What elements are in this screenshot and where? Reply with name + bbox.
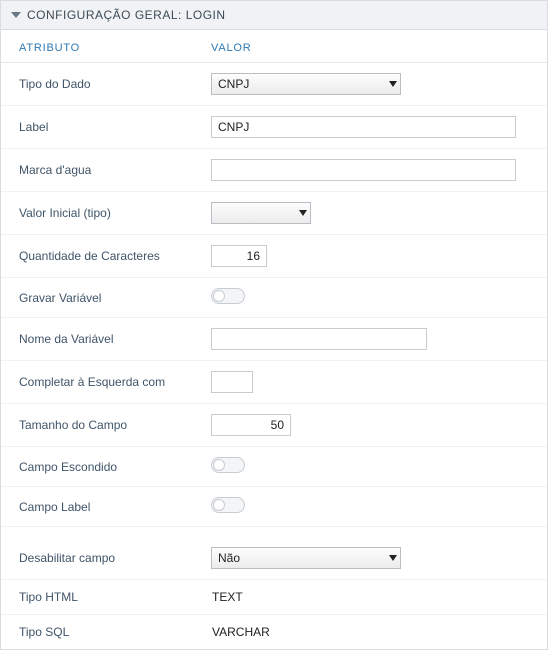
row-desabilitar-campo: Desabilitar campo Não <box>1 537 547 580</box>
toggle-knob-icon <box>213 499 225 511</box>
label-tamanho-campo: Tamanho do Campo <box>1 418 201 432</box>
label-label: Label <box>1 120 201 134</box>
panel-header[interactable]: CONFIGURAÇÃO GERAL: LOGIN <box>1 1 547 30</box>
select-tipo-dado[interactable]: CNPJ <box>211 73 401 95</box>
row-tipo-html: Tipo HTML TEXT <box>1 580 547 615</box>
header-valor: VALOR <box>201 42 547 54</box>
row-valor-inicial: Valor Inicial (tipo) <box>1 192 547 235</box>
label-tipo-html: Tipo HTML <box>1 590 201 604</box>
toggle-campo-escondido[interactable] <box>211 457 245 473</box>
input-completar-esquerda[interactable] <box>211 371 253 393</box>
select-desabilitar-campo[interactable]: Não <box>211 547 401 569</box>
label-qtd-caracteres: Quantidade de Caracteres <box>1 249 201 263</box>
label-marca-dagua: Marca d'agua <box>1 163 201 177</box>
input-qtd-caracteres[interactable] <box>211 245 267 267</box>
row-marca-dagua: Marca d'agua <box>1 149 547 192</box>
row-label: Label <box>1 106 547 149</box>
input-nome-variavel[interactable] <box>211 328 427 350</box>
value-tipo-sql: VARCHAR <box>211 625 270 639</box>
value-tipo-html: TEXT <box>211 590 243 604</box>
header-atributo: ATRIBUTO <box>1 42 201 54</box>
general-config-panel: CONFIGURAÇÃO GERAL: LOGIN ATRIBUTO VALOR… <box>0 0 548 650</box>
label-desabilitar-campo: Desabilitar campo <box>1 551 201 565</box>
collapse-icon <box>11 12 21 18</box>
panel-title: CONFIGURAÇÃO GERAL: LOGIN <box>27 8 226 22</box>
toggle-campo-label[interactable] <box>211 497 245 513</box>
toggle-gravar-variavel[interactable] <box>211 288 245 304</box>
label-tipo-sql: Tipo SQL <box>1 625 201 639</box>
row-campo-escondido: Campo Escondido <box>1 447 547 487</box>
input-marca-dagua[interactable] <box>211 159 516 181</box>
input-label[interactable] <box>211 116 516 138</box>
label-valor-inicial: Valor Inicial (tipo) <box>1 206 201 220</box>
input-tamanho-campo[interactable] <box>211 414 291 436</box>
label-campo-label: Campo Label <box>1 500 201 514</box>
label-nome-variavel: Nome da Variável <box>1 332 201 346</box>
label-tipo-dado: Tipo do Dado <box>1 77 201 91</box>
row-campo-label: Campo Label <box>1 487 547 527</box>
label-gravar-variavel: Gravar Variável <box>1 291 201 305</box>
label-campo-escondido: Campo Escondido <box>1 460 201 474</box>
row-tipo-sql: Tipo SQL VARCHAR <box>1 615 547 649</box>
toggle-knob-icon <box>213 459 225 471</box>
row-nome-variavel: Nome da Variável <box>1 318 547 361</box>
row-tipo-dado: Tipo do Dado CNPJ <box>1 63 547 106</box>
row-gravar-variavel: Gravar Variável <box>1 278 547 318</box>
label-completar-esquerda: Completar à Esquerda com <box>1 375 201 389</box>
toggle-knob-icon <box>213 290 225 302</box>
row-qtd-caracteres: Quantidade de Caracteres <box>1 235 547 278</box>
columns-header: ATRIBUTO VALOR <box>1 30 547 63</box>
row-tamanho-campo: Tamanho do Campo <box>1 404 547 447</box>
select-valor-inicial[interactable] <box>211 202 311 224</box>
row-completar-esquerda: Completar à Esquerda com <box>1 361 547 404</box>
